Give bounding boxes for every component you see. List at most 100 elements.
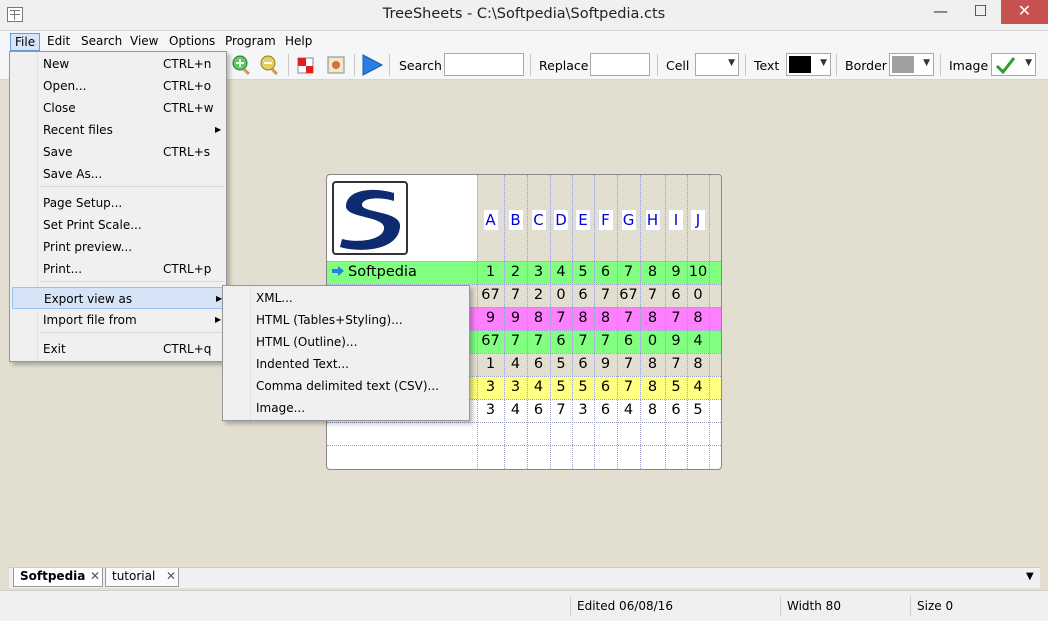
grid-cell[interactable]: 5 <box>550 353 572 376</box>
grid-cell[interactable]: 6 <box>594 376 617 399</box>
file-menu-item-export-view-as[interactable]: Export view as ▶ <box>12 287 224 309</box>
grid-cell[interactable]: 2 <box>504 261 527 284</box>
grid-cell[interactable]: 1 <box>477 261 504 284</box>
file-menu-item-print-preview[interactable]: Print preview... <box>12 236 224 258</box>
grid-cell[interactable]: 8 <box>594 307 617 330</box>
grid-cell[interactable]: 7 <box>504 284 527 307</box>
menu-edit[interactable]: Edit <box>42 33 75 51</box>
maximize-button[interactable]: ☐ <box>962 0 999 24</box>
image-dropdown[interactable]: ▼ <box>991 53 1036 76</box>
grid-cell[interactable]: 7 <box>665 307 687 330</box>
minimize-button[interactable]: — <box>922 0 959 24</box>
grid-cell[interactable]: 6 <box>665 284 687 307</box>
close-icon[interactable]: ✕ <box>90 568 100 585</box>
close-icon[interactable]: ✕ <box>166 568 176 585</box>
menu-program[interactable]: Program <box>220 33 281 51</box>
grid-cell[interactable]: 4 <box>550 261 572 284</box>
file-menu-item-new[interactable]: New CTRL+n <box>12 53 224 75</box>
grid-cell[interactable]: 3 <box>504 376 527 399</box>
file-menu-item-set-print-scale[interactable]: Set Print Scale... <box>12 214 224 236</box>
zoom-in-icon[interactable] <box>230 53 254 77</box>
grid-cell[interactable]: 10 <box>687 261 709 284</box>
menu-help[interactable]: Help <box>280 33 317 51</box>
column-header-f[interactable]: F <box>597 209 614 231</box>
grid-cell[interactable]: 4 <box>687 376 709 399</box>
menu-file[interactable]: File <box>10 33 41 51</box>
tab-tutorial[interactable]: tutorial ✕ <box>105 568 179 587</box>
grid-cell[interactable]: 6 <box>665 399 687 422</box>
grid-cell[interactable]: 6 <box>594 261 617 284</box>
menu-search[interactable]: Search <box>76 33 127 51</box>
grid-cell[interactable]: 5 <box>687 399 709 422</box>
grid-cell[interactable]: 4 <box>687 330 709 353</box>
file-menu-item-recent-files[interactable]: Recent files ▶ <box>12 119 224 141</box>
zoom-out-icon[interactable] <box>258 53 282 77</box>
column-header-a[interactable]: A <box>482 209 499 231</box>
grid-cell[interactable]: 3 <box>477 399 504 422</box>
grid-cell[interactable]: 7 <box>594 284 617 307</box>
grid-cell[interactable]: 0 <box>640 330 665 353</box>
flag-icon[interactable] <box>294 53 318 77</box>
grid-cell[interactable]: 7 <box>550 307 572 330</box>
row-label-softpedia[interactable]: Softpedia <box>331 261 471 284</box>
file-menu-item-print[interactable]: Print... CTRL+p <box>12 258 224 280</box>
export-item-html-outline[interactable]: HTML (Outline)... <box>225 331 467 353</box>
sheet-row[interactable]: Softpedia 1 2 3 4 5 6 7 8 9 10 <box>327 261 721 284</box>
grid-cell[interactable]: 7 <box>617 376 640 399</box>
grid-cell[interactable]: 5 <box>572 261 594 284</box>
close-window-button[interactable]: ✕ <box>1001 0 1048 24</box>
grid-cell[interactable]: 67 <box>617 284 640 307</box>
grid-cell[interactable]: 7 <box>527 330 550 353</box>
grid-cell[interactable]: 4 <box>617 399 640 422</box>
tab-list-dropdown-icon[interactable]: ▼ <box>1026 571 1034 582</box>
column-header-j[interactable]: J <box>690 209 706 231</box>
grid-cell[interactable]: 0 <box>687 284 709 307</box>
grid-cell[interactable]: 7 <box>504 330 527 353</box>
grid-cell[interactable]: 3 <box>527 261 550 284</box>
grid-cell[interactable]: 5 <box>550 376 572 399</box>
grid-cell[interactable]: 6 <box>572 353 594 376</box>
grid-cell[interactable]: 7 <box>617 261 640 284</box>
column-header-c[interactable]: C <box>530 209 547 231</box>
export-item-comma-delimited-text-csv[interactable]: Comma delimited text (CSV)... <box>225 375 467 397</box>
grid-cell[interactable]: 4 <box>504 399 527 422</box>
column-header-i[interactable]: I <box>668 209 684 231</box>
grid-cell[interactable]: 6 <box>594 399 617 422</box>
menu-view[interactable]: View <box>125 33 163 51</box>
file-menu-item-import-file-from[interactable]: Import file from ▶ <box>12 309 224 331</box>
grid-cell[interactable]: 7 <box>617 307 640 330</box>
column-header-e[interactable]: E <box>575 209 591 231</box>
grid-cell[interactable]: 8 <box>640 261 665 284</box>
grid-cell[interactable]: 9 <box>477 307 504 330</box>
grid-cell[interactable]: 7 <box>550 399 572 422</box>
column-header-d[interactable]: D <box>553 209 569 231</box>
grid-cell[interactable]: 2 <box>527 284 550 307</box>
cell-color-dropdown[interactable]: ▼ <box>695 53 739 76</box>
grid-cell[interactable]: 67 <box>477 330 504 353</box>
menu-options[interactable]: Options <box>164 33 220 51</box>
grid-cell[interactable]: 6 <box>527 399 550 422</box>
file-menu-item-exit[interactable]: Exit CTRL+q <box>12 338 224 360</box>
grid-cell[interactable]: 9 <box>665 330 687 353</box>
export-item-xml[interactable]: XML... <box>225 287 467 309</box>
grid-cell[interactable]: 7 <box>572 330 594 353</box>
replace-input[interactable] <box>590 53 650 76</box>
text-color-dropdown[interactable]: ▼ <box>786 53 831 76</box>
grid-cell[interactable]: 8 <box>640 307 665 330</box>
grid-cell[interactable]: 8 <box>572 307 594 330</box>
grid-cell[interactable]: 6 <box>572 284 594 307</box>
grid-cell[interactable]: 6 <box>550 330 572 353</box>
grid-cell[interactable]: 8 <box>687 307 709 330</box>
column-header-h[interactable]: H <box>644 209 661 231</box>
file-menu-item-open[interactable]: Open... CTRL+o <box>12 75 224 97</box>
play-icon[interactable] <box>360 53 384 77</box>
grid-cell[interactable]: 7 <box>594 330 617 353</box>
grid-cell[interactable]: 7 <box>665 353 687 376</box>
file-menu-item-page-setup[interactable]: Page Setup... <box>12 192 224 214</box>
column-header-b[interactable]: B <box>507 209 524 231</box>
grid-cell[interactable]: 1 <box>477 353 504 376</box>
image-icon[interactable] <box>324 53 348 77</box>
grid-cell[interactable]: 67 <box>477 284 504 307</box>
export-item-html-tables-styling[interactable]: HTML (Tables+Styling)... <box>225 309 467 331</box>
file-menu-item-save[interactable]: Save CTRL+s <box>12 141 224 163</box>
